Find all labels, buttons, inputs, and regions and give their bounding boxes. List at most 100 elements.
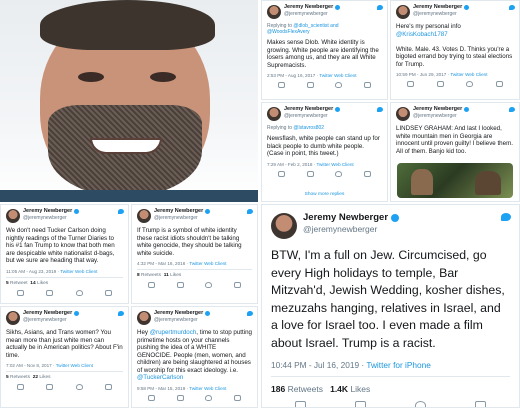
retweet-count[interactable]: 5 — [6, 281, 9, 286]
avatar[interactable] — [6, 311, 20, 325]
author-handle[interactable]: @jeremynewberger — [413, 11, 469, 17]
retweet-count[interactable]: 8 — [137, 273, 140, 278]
author-name[interactable]: Jeremy Newberger — [413, 4, 462, 11]
author-handle[interactable]: @jeremynewberger — [23, 215, 79, 221]
tweet-source[interactable]: Twitter for iPhone — [366, 360, 431, 370]
message-icon[interactable] — [364, 82, 372, 89]
tweet-header: Jeremy Newberger @jeremynewberger — [137, 208, 252, 223]
tweet-time[interactable]: 7:29 AM - Feb 2, 2018 — [267, 162, 312, 167]
author-handle[interactable]: @jeremynewberger — [154, 317, 210, 323]
author-handle[interactable]: @jeremynewberger — [23, 317, 79, 323]
tweet-time[interactable]: 2:53 PM - Aug 16, 2017 — [267, 73, 315, 78]
reply-to-link[interactable]: @lstavros802 — [293, 125, 324, 131]
like-icon[interactable] — [205, 394, 213, 401]
retweet-count[interactable]: 186 — [271, 384, 285, 394]
tweet-time[interactable]: 7:02 AM - Nov 8, 2017 — [6, 363, 52, 368]
message-icon[interactable] — [474, 401, 486, 407]
retweet-count[interactable]: 5 — [6, 375, 9, 380]
like-icon[interactable] — [75, 384, 83, 391]
reply-icon[interactable] — [147, 282, 155, 289]
avatar[interactable] — [137, 209, 151, 223]
retweet-icon[interactable] — [436, 81, 444, 88]
author-name[interactable]: Jeremy Newberger — [284, 106, 333, 113]
author-handle[interactable]: @jeremynewberger — [154, 215, 210, 221]
author-name[interactable]: Jeremy Newberger — [154, 310, 203, 317]
verified-icon — [74, 311, 80, 317]
tweet-meta: 10:44 PM - Jul 16, 2019 · Twitter for iP… — [271, 360, 431, 371]
retweet-icon[interactable] — [176, 394, 184, 401]
tweet-header: Jeremy Newberger @jeremynewberger — [271, 213, 510, 239]
tweet-source[interactable]: Twitter Web Client — [60, 269, 97, 274]
message-icon[interactable] — [234, 394, 242, 401]
retweet-label: Retweets — [141, 273, 162, 279]
reply-icon[interactable] — [147, 394, 155, 401]
like-icon[interactable] — [205, 282, 213, 289]
like-count[interactable]: 11 — [164, 273, 169, 278]
reply-icon[interactable] — [295, 401, 307, 407]
tweet-source[interactable]: Twitter Web Client — [189, 261, 226, 266]
mention-link[interactable]: @TuckerCarlson — [137, 374, 183, 381]
tweet-time[interactable]: 10:59 PM - Jun 29, 2017 — [396, 72, 446, 77]
tweet-source[interactable]: Twitter Web Client — [189, 386, 226, 391]
author-name[interactable]: Jeremy Newberger — [284, 4, 333, 11]
tweet-stats: 5 Retweet 14 Likes — [6, 276, 123, 286]
author-handle[interactable]: @jeremynewberger — [284, 113, 340, 119]
like-icon[interactable] — [335, 170, 343, 177]
like-icon[interactable] — [466, 81, 474, 88]
tweet-source[interactable]: Twitter Web Client — [56, 363, 93, 368]
tweet-source[interactable]: Twitter Web Client — [316, 162, 353, 167]
tweet-time[interactable]: 9:58 PM - Mar 15, 2019 — [137, 386, 185, 391]
verified-icon — [74, 209, 80, 215]
author-handle[interactable]: @jeremynewberger — [303, 224, 399, 234]
retweet-label: Retweets — [287, 384, 323, 395]
reply-icon[interactable] — [17, 384, 25, 391]
mention-link[interactable]: @rupertmurdoch — [150, 329, 197, 336]
like-icon[interactable] — [335, 82, 343, 89]
message-icon[interactable] — [234, 282, 242, 289]
retweet-icon[interactable] — [176, 282, 184, 289]
message-icon[interactable] — [495, 81, 503, 88]
like-label: Likes — [39, 375, 51, 381]
tweet-source[interactable]: Twitter Web Client — [450, 72, 487, 77]
reply-icon[interactable] — [407, 81, 415, 88]
tweet-time[interactable]: 10:44 PM - Jul 16, 2019 — [271, 360, 359, 370]
reply-icon[interactable] — [17, 289, 25, 296]
retweet-icon[interactable] — [306, 82, 314, 89]
video-thumbnail[interactable] — [397, 163, 513, 198]
avatar[interactable] — [137, 311, 151, 325]
avatar[interactable] — [396, 107, 410, 121]
author-name[interactable]: Jeremy Newberger — [154, 208, 203, 215]
verified-icon — [391, 213, 400, 222]
author-name[interactable]: Jeremy Newberger — [23, 208, 72, 215]
tweet-source[interactable]: Twitter Web Client — [319, 73, 356, 78]
retweet-icon[interactable] — [355, 401, 367, 407]
like-icon[interactable] — [414, 401, 426, 407]
retweet-icon[interactable] — [306, 170, 314, 177]
like-count[interactable]: 22 — [33, 375, 38, 380]
message-icon[interactable] — [104, 384, 112, 391]
reply-icon[interactable] — [277, 82, 285, 89]
retweet-icon[interactable] — [46, 384, 54, 391]
author-handle[interactable]: @jeremynewberger — [284, 11, 340, 17]
like-count[interactable]: 1.4K — [330, 384, 348, 394]
avatar[interactable] — [396, 5, 410, 19]
avatar[interactable] — [6, 209, 20, 223]
author-name[interactable]: Jeremy Newberger — [413, 106, 462, 113]
tweet-text-part: Hey — [137, 329, 149, 336]
tweet-time[interactable]: 11:05 AM - Aug 23, 2019 — [6, 269, 56, 274]
avatar[interactable] — [267, 5, 281, 19]
author-name[interactable]: Jeremy Newberger — [23, 310, 72, 317]
mention-link[interactable]: @KrisKobach1787 — [396, 31, 448, 38]
show-more-replies-link[interactable]: Show more replies — [262, 192, 387, 197]
like-count[interactable]: 14 — [30, 281, 35, 286]
reply-icon[interactable] — [277, 170, 285, 177]
tweet-time[interactable]: 4:32 PM - Mar 16, 2016 — [137, 261, 185, 266]
author-name[interactable]: Jeremy Newberger — [303, 213, 388, 223]
avatar[interactable] — [267, 107, 281, 121]
message-icon[interactable] — [104, 289, 112, 296]
author-handle[interactable]: @jeremynewberger — [413, 113, 469, 119]
avatar[interactable] — [271, 213, 297, 239]
message-icon[interactable] — [364, 170, 372, 177]
like-icon[interactable] — [75, 289, 83, 296]
retweet-icon[interactable] — [46, 289, 54, 296]
